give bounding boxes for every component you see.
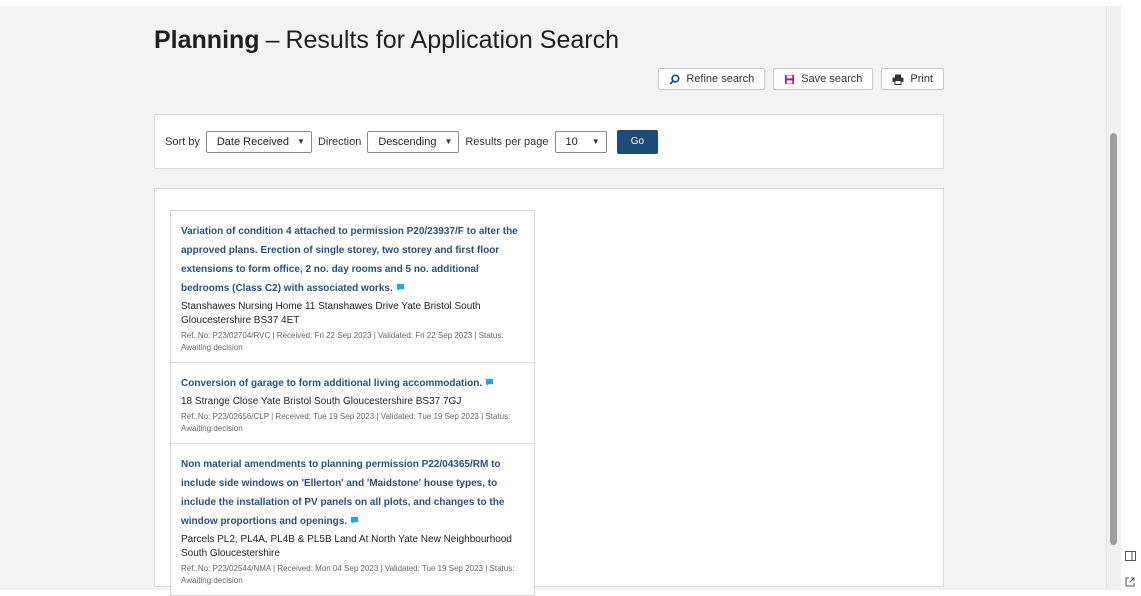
chevron-down-icon: ▼ (444, 137, 453, 146)
result-meta: Ref. No: P23/02704/RVC | Received: Fri 2… (181, 331, 504, 352)
list-item: Variation of condition 4 attached to per… (171, 211, 534, 362)
sort-by-value: Date Received (216, 135, 290, 148)
result-address: Stanshawes Nursing Home 11 Stanshawes Dr… (181, 301, 481, 326)
print-button[interactable]: Print (881, 68, 944, 90)
page-title-rest: Results for Application Search (285, 26, 619, 54)
search-icon (669, 73, 680, 85)
scrollbar-thumb[interactable] (1110, 133, 1117, 545)
comment-icon (485, 374, 494, 392)
chevron-down-icon: ▼ (297, 137, 305, 146)
sort-by-select[interactable]: Date Received ▼ (205, 130, 312, 153)
page-scrollbar[interactable] (1106, 6, 1121, 590)
result-address: Parcels PL2, PL4A, PL4B & PL5B Land At N… (181, 534, 512, 559)
page-title: Planning – Results for Application Search (154, 26, 619, 55)
results-list: Variation of condition 4 attached to per… (170, 210, 535, 596)
refine-search-button[interactable]: Refine search (658, 68, 766, 90)
page-background: Planning – Results for Application Search … (0, 6, 1106, 596)
sidebar-toggle-icon[interactable] (1125, 548, 1136, 566)
results-per-page-select[interactable]: 10 ▼ (554, 130, 607, 153)
browser-side-rail (1121, 0, 1141, 590)
external-link-icon[interactable] (1125, 574, 1135, 592)
result-title-link[interactable]: Conversion of garage to form additional … (181, 378, 482, 389)
result-title-link[interactable]: Variation of condition 4 attached to per… (181, 226, 518, 294)
chevron-down-icon: ▼ (591, 137, 600, 146)
save-search-label: Save search (801, 73, 863, 85)
list-item: Conversion of garage to form additional … (171, 362, 534, 443)
results-per-page-label: Results per page (465, 135, 549, 148)
action-buttons: Refine search Save search Print (658, 68, 944, 90)
print-icon (892, 74, 904, 85)
sort-by-label: Sort by (165, 135, 200, 148)
direction-select[interactable]: Descending ▼ (367, 130, 460, 153)
sort-toolbar: Sort by Date Received ▼ Direction Descen… (154, 114, 944, 169)
save-icon (784, 74, 795, 85)
comment-icon (396, 279, 405, 297)
result-meta: Ref. No: P23/02656/CLP | Received: Tue 1… (181, 412, 511, 433)
results-panel: Variation of condition 4 attached to per… (154, 188, 944, 596)
print-label: Print (910, 73, 933, 85)
direction-value: Descending (378, 135, 437, 148)
comment-icon (350, 512, 359, 530)
list-item: Non material amendments to planning perm… (171, 443, 534, 595)
results-per-page-value: 10 (565, 135, 578, 148)
result-address: 18 Strange Close Yate Bristol South Glou… (181, 396, 462, 407)
refine-search-label: Refine search (686, 73, 755, 85)
go-button[interactable]: Go (616, 129, 659, 154)
save-search-button[interactable]: Save search (773, 68, 874, 90)
page-title-strong: Planning (154, 26, 260, 54)
result-meta: Ref. No: P23/02544/NMA | Received: Mon 0… (181, 564, 515, 585)
direction-label: Direction (317, 135, 362, 148)
result-title-link[interactable]: Non material amendments to planning perm… (181, 459, 504, 527)
page-title-separator: – (265, 26, 280, 54)
